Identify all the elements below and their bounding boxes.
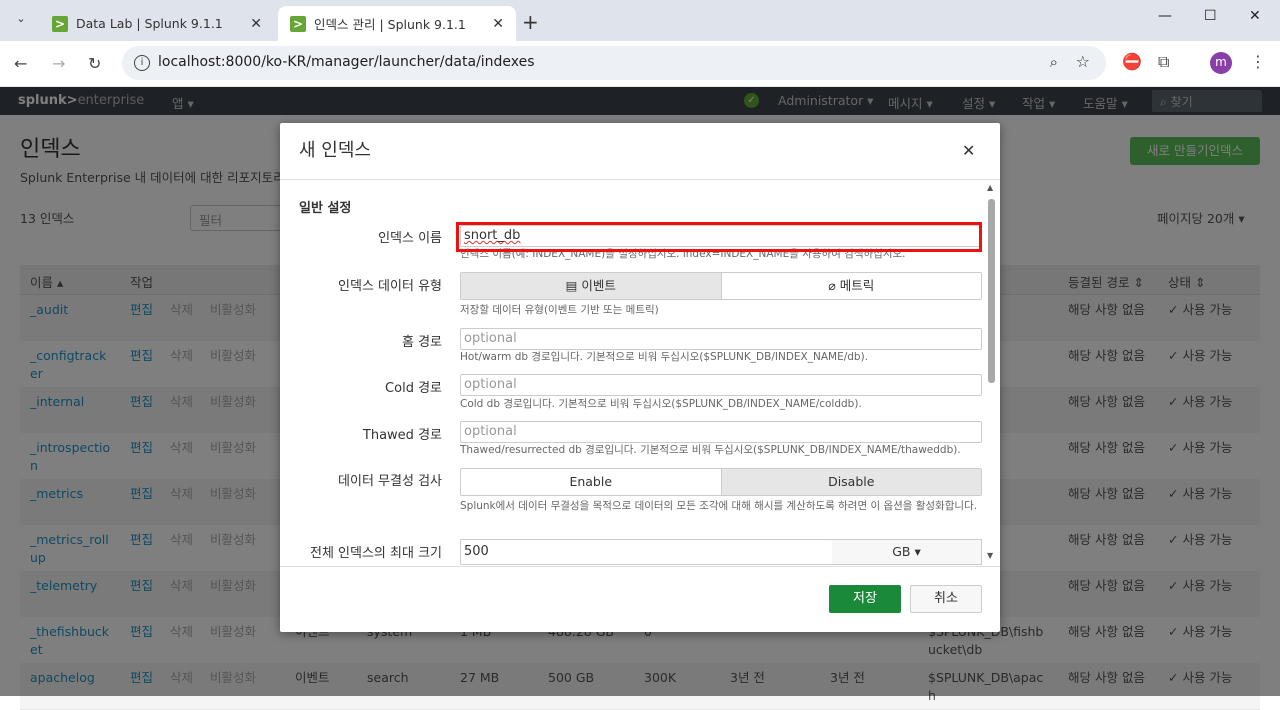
save-button[interactable]: 저장 <box>829 585 901 613</box>
scroll-down-icon[interactable]: ▼ <box>987 551 993 560</box>
new-tab-icon[interactable]: + <box>522 10 539 34</box>
max-size-label: 전체 인덱스의 최대 크기 <box>310 546 442 561</box>
disable-option[interactable]: Disable <box>721 469 981 495</box>
extension-icon[interactable]: ⛔ <box>1122 52 1142 71</box>
close-tab-icon[interactable]: ✕ <box>492 16 504 32</box>
index-name-help: 인덱스 이름(예: INDEX_NAME)을 설정하십시오. index=IND… <box>460 248 906 260</box>
maximize-icon[interactable]: ☐ <box>1204 8 1217 24</box>
close-icon[interactable]: ✕ <box>962 141 975 160</box>
thawed-path-help: Thawed/resurrected db 경로입니다. 기본적으로 비워 두십… <box>460 444 961 456</box>
integrity-toggle: Enable Disable <box>460 468 982 496</box>
section-general-settings: 일반 설정 <box>299 201 352 216</box>
puzzle-extensions-icon[interactable]: ⧉ <box>1158 52 1169 72</box>
url-text[interactable]: localhost:8000/ko-KR/manager/launcher/da… <box>158 54 535 70</box>
index-name-label: 인덱스 이름 <box>378 231 442 246</box>
splunk-favicon: > <box>290 15 306 32</box>
dialog-title: 새 인덱스 <box>299 140 371 161</box>
integrity-help: Splunk에서 데이터 무결성을 목적으로 데이터의 모든 조각에 대해 해시… <box>460 500 978 512</box>
dialog-body: 일반 설정 인덱스 이름 snort_db 인덱스 이름(예: INDEX_NA… <box>280 180 1000 566</box>
events-option[interactable]: ▤ 이벤트 <box>461 273 721 299</box>
bookmark-star-icon[interactable]: ☆ <box>1076 52 1090 71</box>
data-type-label: 인덱스 데이터 유형 <box>338 279 442 294</box>
close-window-icon[interactable]: ✕ <box>1249 8 1261 24</box>
enable-option[interactable]: Enable <box>461 469 721 495</box>
cold-path-label: Cold 경로 <box>385 381 442 396</box>
home-path-label: 홈 경로 <box>401 335 442 350</box>
profile-avatar[interactable]: m <box>1210 52 1232 74</box>
data-type-toggle: ▤ 이벤트 ⌀ 메트릭 <box>460 272 982 300</box>
minimize-icon[interactable]: — <box>1158 8 1172 24</box>
integrity-label: 데이터 무결성 검사 <box>338 474 442 489</box>
close-tab-icon[interactable]: ✕ <box>250 16 262 32</box>
tab-search-icon[interactable]: ⌄ <box>10 8 32 30</box>
browser-menu-icon[interactable]: ⋮ <box>1250 52 1266 71</box>
tab-data-lab[interactable]: > Data Lab | Splunk 9.1.1 ✕ <box>40 6 274 41</box>
zoom-icon[interactable]: ⌕ <box>1050 53 1058 71</box>
tab-title: Data Lab | Splunk 9.1.1 <box>76 16 223 31</box>
events-label: 이벤트 <box>581 278 616 293</box>
max-size-input[interactable]: 500 <box>460 539 833 565</box>
home-path-help: Hot/warm db 경로입니다. 기본적으로 비워 두십시오($SPLUNK… <box>460 351 869 363</box>
thawed-path-input[interactable]: optional <box>460 421 982 443</box>
cold-path-help: Cold db 경로입니다. 기본적으로 비워 두십시오($SPLUNK_DB/… <box>460 398 862 410</box>
max-size-unit-select[interactable]: GB ▾ <box>832 539 982 565</box>
thawed-path-label: Thawed 경로 <box>362 428 442 443</box>
browser-tab-bar: ⌄ > Data Lab | Splunk 9.1.1 ✕ > 인덱스 관리 |… <box>0 0 1280 41</box>
splunk-favicon: > <box>52 15 68 32</box>
footer-divider <box>280 566 1000 567</box>
dialog-scrollbar[interactable]: ▲ ▼ <box>985 183 997 567</box>
scroll-thumb[interactable] <box>988 199 995 383</box>
index-name-input[interactable]: snort_db <box>460 225 982 247</box>
reload-icon[interactable]: ↻ <box>88 54 101 73</box>
metrics-option[interactable]: ⌀ 메트릭 <box>722 273 982 299</box>
metrics-label: 메트릭 <box>839 278 875 293</box>
scroll-up-icon[interactable]: ▲ <box>987 183 993 192</box>
site-info-icon[interactable]: i <box>134 55 150 71</box>
forward-icon[interactable]: → <box>52 54 65 73</box>
tab-index-manager[interactable]: > 인덱스 관리 | Splunk 9.1.1 ✕ <box>278 6 516 41</box>
new-index-dialog: 새 인덱스 ✕ 일반 설정 인덱스 이름 snort_db 인덱스 이름(예: … <box>280 123 1000 632</box>
omnibox[interactable]: i localhost:8000/ko-KR/manager/launcher/… <box>122 46 1106 80</box>
address-bar: ← → ↻ i localhost:8000/ko-KR/manager/lau… <box>0 41 1280 87</box>
tab-title: 인덱스 관리 | Splunk 9.1.1 <box>314 17 466 32</box>
data-type-help: 저장할 데이터 유형(이벤트 기반 또는 메트릭) <box>460 304 659 316</box>
cancel-button[interactable]: 취소 <box>910 585 982 613</box>
cold-path-input[interactable]: optional <box>460 374 982 396</box>
back-icon[interactable]: ← <box>14 54 27 73</box>
home-path-input[interactable]: optional <box>460 328 982 350</box>
